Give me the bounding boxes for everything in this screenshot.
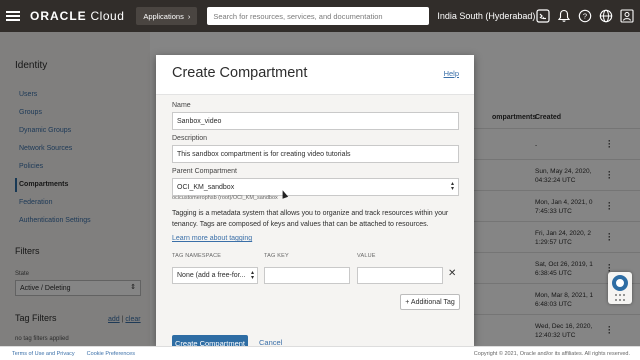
region-label: India South (Hyderabad) (437, 11, 536, 21)
updown-icon: ▴ ▾ (250, 270, 254, 281)
additional-tag-button[interactable]: + Additional Tag (400, 294, 460, 310)
name-field[interactable]: Sanbox_video (172, 112, 459, 130)
compartment-path: ocicustomerophsb (root)/OCI_KM_sandbox (172, 195, 278, 201)
name-label: Name (172, 102, 191, 109)
page-footer: Terms of Use and Privacy Cookie Preferen… (0, 346, 640, 360)
region-selector[interactable]: India South (Hyderabad) ⌄ (437, 11, 546, 22)
dialog-title: Create Compartment (172, 65, 308, 81)
tag-namespace-header: TAG NAMESPACE (172, 253, 222, 259)
tag-namespace-select[interactable]: None (add a free-for... ▴ ▾ (172, 267, 258, 284)
description-field[interactable]: This sandbox compartment is for creating… (172, 145, 459, 163)
tag-key-input[interactable] (264, 267, 350, 284)
top-navigation-bar: ORACLE Cloud Applications › India South … (0, 0, 640, 32)
help-widget[interactable] (608, 272, 632, 304)
create-compartment-dialog: Create Compartment Help Name Sanbox_vide… (156, 55, 474, 351)
help-icon[interactable]: ? (577, 8, 592, 23)
menu-icon[interactable] (6, 11, 20, 21)
help-link[interactable]: Help (444, 69, 459, 78)
copyright-text: Copyright © 2021, Oracle and/or its affi… (473, 350, 630, 357)
tag-value-header: VALUE (357, 253, 376, 259)
cloud-shell-icon[interactable] (535, 8, 550, 23)
bell-icon[interactable] (556, 8, 571, 23)
dialog-body: Name Sanbox_video Description This sandb… (156, 94, 474, 351)
tag-namespace-value: None (add a free-for... (177, 272, 246, 279)
remove-tag-icon[interactable]: ✕ (448, 268, 456, 279)
grip-icon (615, 294, 625, 302)
logo-brand: ORACLE (30, 9, 87, 23)
tagging-info-text: Tagging is a metadata system that allows… (172, 210, 449, 228)
learn-more-tagging-link[interactable]: Learn more about tagging (172, 235, 252, 242)
oracle-cloud-logo[interactable]: ORACLE Cloud (30, 9, 124, 23)
parent-compartment-select[interactable]: OCI_KM_sandbox ▴ ▾ (172, 178, 459, 196)
parent-compartment-value: OCI_KM_sandbox (177, 183, 235, 191)
description-label: Description (172, 135, 208, 142)
svg-text:?: ? (582, 11, 586, 20)
logo-product: Cloud (90, 9, 125, 23)
tag-key-header: TAG KEY (264, 253, 289, 259)
search-input[interactable] (213, 11, 430, 21)
globe-icon[interactable] (598, 8, 613, 23)
chevron-right-icon: › (187, 11, 191, 21)
cookie-preferences-link[interactable]: Cookie Preferences (87, 351, 135, 357)
applications-button[interactable]: Applications › (136, 7, 198, 25)
tag-value-input[interactable] (357, 267, 443, 284)
user-icon[interactable] (619, 8, 634, 23)
parent-compartment-label: Parent Compartment (172, 168, 237, 175)
search-box[interactable] (207, 7, 430, 25)
terms-link[interactable]: Terms of Use and Privacy (12, 351, 75, 357)
applications-label: Applications (143, 11, 184, 21)
lifebuoy-icon (612, 275, 628, 291)
updown-icon: ▴ ▾ (450, 181, 454, 192)
